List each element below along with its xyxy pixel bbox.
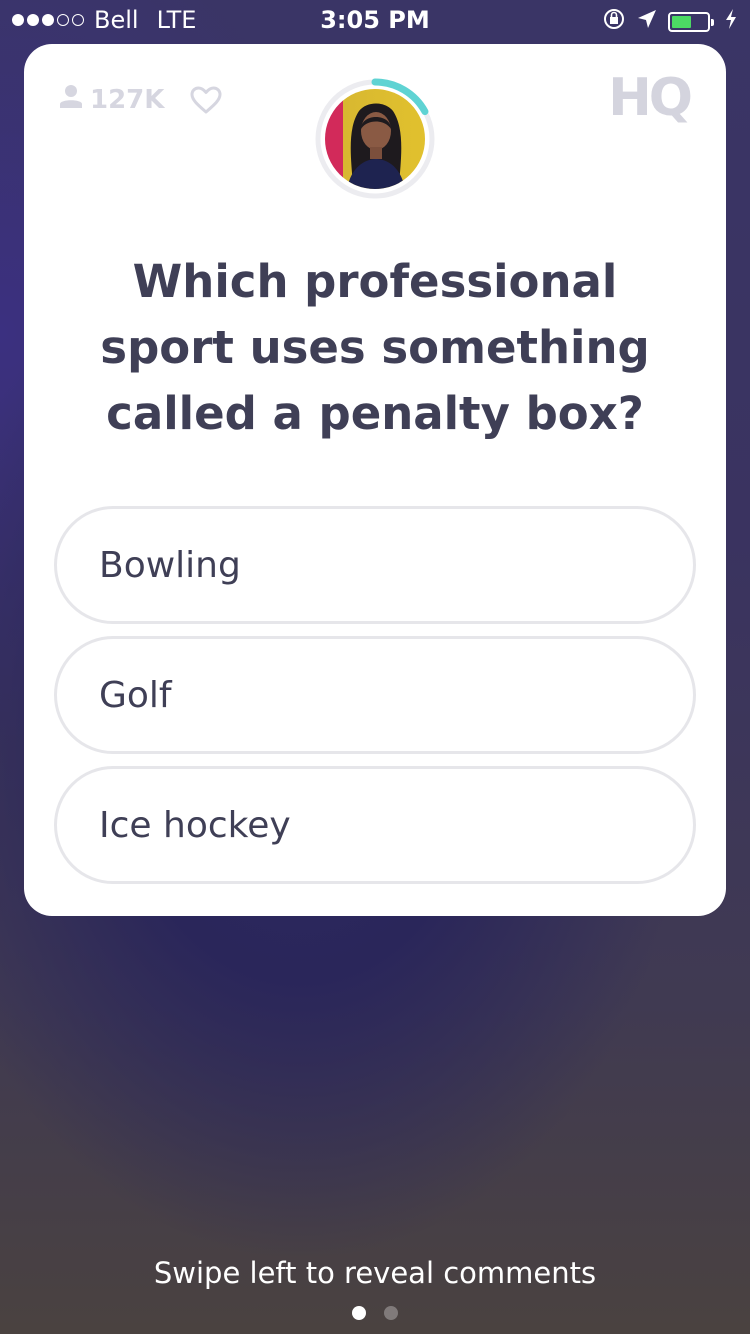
location-arrow-icon [636,8,658,36]
viewer-count-label: 127K [90,84,165,115]
status-bar: Bell LTE 3:05 PM [0,0,750,40]
status-right [602,7,738,37]
heart-icon[interactable] [190,86,222,118]
question-text: Which professional sport uses something … [100,255,650,440]
question-card: 127K HQ Which professional sport uses so… [24,44,726,916]
viewer-count: 127K [60,84,164,115]
answer-list: Bowling Golf Ice hockey [54,506,696,896]
hq-logo: HQ [608,68,693,128]
answer-option[interactable]: Bowling [54,506,696,624]
page-indicator[interactable] [0,1306,750,1320]
swipe-hint: Swipe left to reveal comments [153,1256,597,1290]
battery-icon [668,12,714,32]
page-dot[interactable] [384,1306,398,1320]
page-dot-active[interactable] [352,1306,366,1320]
answer-option[interactable]: Ice hockey [54,766,696,884]
charging-bolt-icon [724,8,738,36]
host-video [314,78,436,200]
answer-option[interactable]: Golf [54,636,696,754]
user-icon [60,84,82,115]
host-avatar [325,89,425,189]
rotation-lock-icon [602,7,626,37]
